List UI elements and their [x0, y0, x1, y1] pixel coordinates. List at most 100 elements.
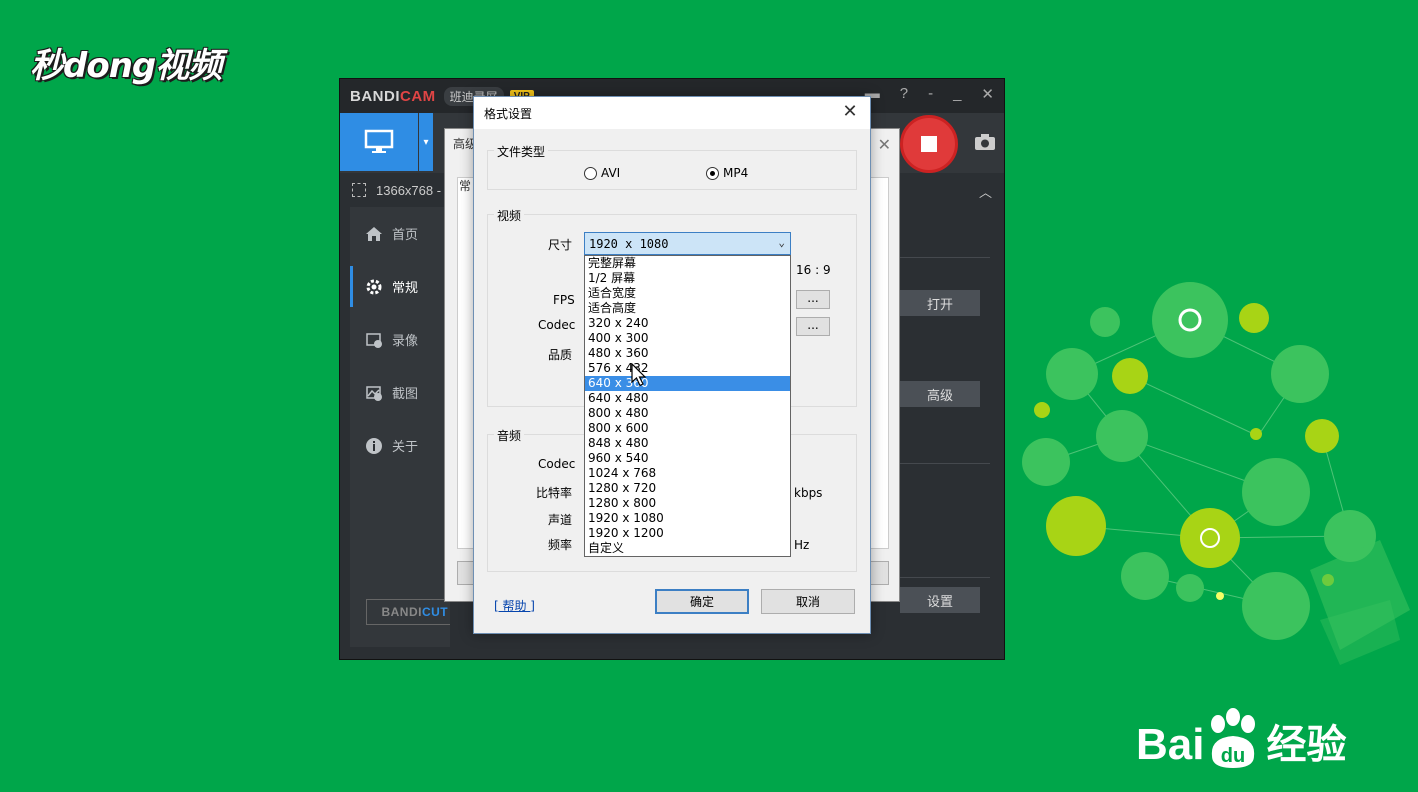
- close-icon[interactable]: ✕: [878, 135, 891, 155]
- size-option[interactable]: 480 x 360: [585, 346, 790, 361]
- help-icon[interactable]: ?: [900, 85, 908, 103]
- tab-general[interactable]: 常: [459, 177, 471, 194]
- frequency-unit: Hz: [794, 538, 810, 552]
- minimize-icon[interactable]: _: [953, 85, 961, 103]
- size-option[interactable]: 适合高度: [585, 301, 790, 316]
- audio-codec-label: Codec: [538, 457, 576, 471]
- fps-label: FPS: [553, 293, 575, 307]
- baidu-jingyan-text: 经验: [1266, 722, 1347, 768]
- ok-button[interactable]: 确定: [655, 589, 749, 614]
- size-option[interactable]: 1280 x 800: [585, 496, 790, 511]
- size-option[interactable]: 640 x 360: [585, 376, 790, 391]
- size-option[interactable]: 1920 x 1200: [585, 526, 790, 541]
- size-option[interactable]: 1/2 屏幕: [585, 271, 790, 286]
- bandicam-logo: BANDICAM: [350, 88, 436, 105]
- size-dropdown-list: 完整屏幕 1/2 屏幕 适合宽度 适合高度 320 x 240 400 x 300 480 …: [584, 255, 791, 557]
- frequency-label: 频率: [548, 538, 573, 552]
- divider: [890, 463, 990, 464]
- collapse-icon[interactable]: ︿: [979, 182, 992, 201]
- bandicut-bandi: BANDI: [381, 605, 422, 619]
- mouse-cursor-icon: [631, 363, 647, 387]
- aspect-ratio-text: 16 : 9: [796, 263, 831, 277]
- size-option[interactable]: 1024 x 768: [585, 466, 790, 481]
- size-option[interactable]: 自定义: [585, 541, 790, 556]
- size-select-value: 1920 x 1080: [589, 236, 669, 251]
- radio-mp4[interactable]: MP4: [706, 166, 748, 180]
- size-option[interactable]: 800 x 600: [585, 421, 790, 436]
- size-select[interactable]: 1920 x 1080 ⌄: [584, 232, 791, 255]
- audio-group-label: 音频: [494, 427, 525, 444]
- channel-label: 声道: [548, 513, 573, 527]
- baidu-bai-text: Bai: [1136, 720, 1205, 769]
- size-option[interactable]: 640 x 480: [585, 391, 790, 406]
- video-icon: [364, 330, 384, 350]
- brand-bandi: BANDI: [350, 87, 400, 105]
- open-folder-button[interactable]: 打开: [900, 290, 980, 316]
- size-option[interactable]: 800 x 480: [585, 406, 790, 421]
- size-option[interactable]: 完整屏幕: [585, 256, 790, 271]
- stop-icon: [921, 136, 937, 152]
- bitrate-unit: kbps: [794, 486, 823, 500]
- minimize-to-tray-icon[interactable]: -: [928, 85, 933, 103]
- radio-circle: [584, 166, 597, 180]
- sidebar-item-label: 录像: [392, 333, 419, 348]
- sidebar-item-general[interactable]: 常规: [350, 260, 450, 313]
- settings-button[interactable]: 设置: [900, 587, 980, 613]
- info-icon: [364, 436, 384, 456]
- sidebar-item-home[interactable]: 首页: [350, 207, 450, 260]
- mode-dropdown-arrow[interactable]: ▾: [419, 113, 433, 171]
- format-settings-dialog: 格式设置 ✕ 文件类型 AVI MP4 视频 尺寸 16 : 9 FPS ...…: [473, 96, 871, 634]
- size-option[interactable]: 适合宽度: [585, 286, 790, 301]
- sidebar-item-label: 首页: [392, 227, 419, 242]
- miaodong-watermark: 秒dong视频: [30, 46, 222, 86]
- brand-cam: CAM: [400, 87, 436, 105]
- divider: [890, 577, 990, 578]
- monitor-icon: [364, 129, 394, 153]
- chevron-down-icon: ⌄: [778, 236, 785, 249]
- close-icon[interactable]: ✕: [838, 101, 862, 122]
- size-option[interactable]: 576 x 432: [585, 361, 790, 376]
- sidebar-item-about[interactable]: 关于: [350, 419, 450, 472]
- radio-avi[interactable]: AVI: [584, 166, 620, 180]
- size-label: 尺寸: [548, 238, 573, 252]
- sidebar-item-screenshot[interactable]: 截图: [350, 366, 450, 419]
- close-icon[interactable]: ✕: [981, 85, 994, 103]
- video-group-label: 视频: [494, 207, 525, 224]
- fps-options-button[interactable]: ...: [796, 290, 830, 309]
- size-option[interactable]: 960 x 540: [585, 451, 790, 466]
- codec-label: Codec: [538, 318, 576, 332]
- quality-label: 品质: [548, 348, 573, 362]
- home-icon: [364, 224, 384, 244]
- baidu-jingyan-watermark: Bai du 经验: [1136, 708, 1346, 770]
- dialog-titlebar: 格式设置 ✕: [474, 97, 870, 129]
- sidebar: 首页 常规 录像 截图 关于: [350, 207, 450, 647]
- size-option[interactable]: 400 x 300: [585, 331, 790, 346]
- radio-circle-checked: [706, 166, 719, 180]
- baidu-paw-icon: du: [1211, 708, 1256, 768]
- sidebar-item-video[interactable]: 录像: [350, 313, 450, 366]
- sidebar-item-label: 关于: [392, 439, 419, 454]
- radio-avi-label: AVI: [601, 166, 621, 180]
- cancel-button[interactable]: 取消: [761, 589, 855, 614]
- screen-record-mode-button[interactable]: [340, 113, 418, 171]
- advanced-button[interactable]: 高级: [900, 381, 980, 407]
- baidu-du-text: du: [1221, 745, 1245, 767]
- size-option[interactable]: 848 x 480: [585, 436, 790, 451]
- camera-icon[interactable]: [974, 133, 996, 151]
- bitrate-label: 比特率: [536, 486, 573, 500]
- codec-options-button[interactable]: ...: [796, 317, 830, 336]
- image-icon: [364, 383, 384, 403]
- gear-icon: [364, 277, 384, 297]
- sidebar-item-label: 截图: [392, 386, 419, 401]
- divider: [890, 257, 990, 258]
- size-option[interactable]: 1280 x 720: [585, 481, 790, 496]
- size-option[interactable]: 320 x 240: [585, 316, 790, 331]
- radio-mp4-label: MP4: [723, 166, 749, 180]
- lightbulb-decoration: [1022, 282, 1410, 665]
- region-size-text: 1366x768 -: [376, 182, 442, 198]
- size-option[interactable]: 1920 x 1080: [585, 511, 790, 526]
- help-link[interactable]: [ 帮助 ]: [494, 597, 535, 614]
- record-stop-button[interactable]: [900, 115, 958, 173]
- region-select-icon: [352, 183, 366, 197]
- filetype-group-label: 文件类型: [494, 143, 549, 160]
